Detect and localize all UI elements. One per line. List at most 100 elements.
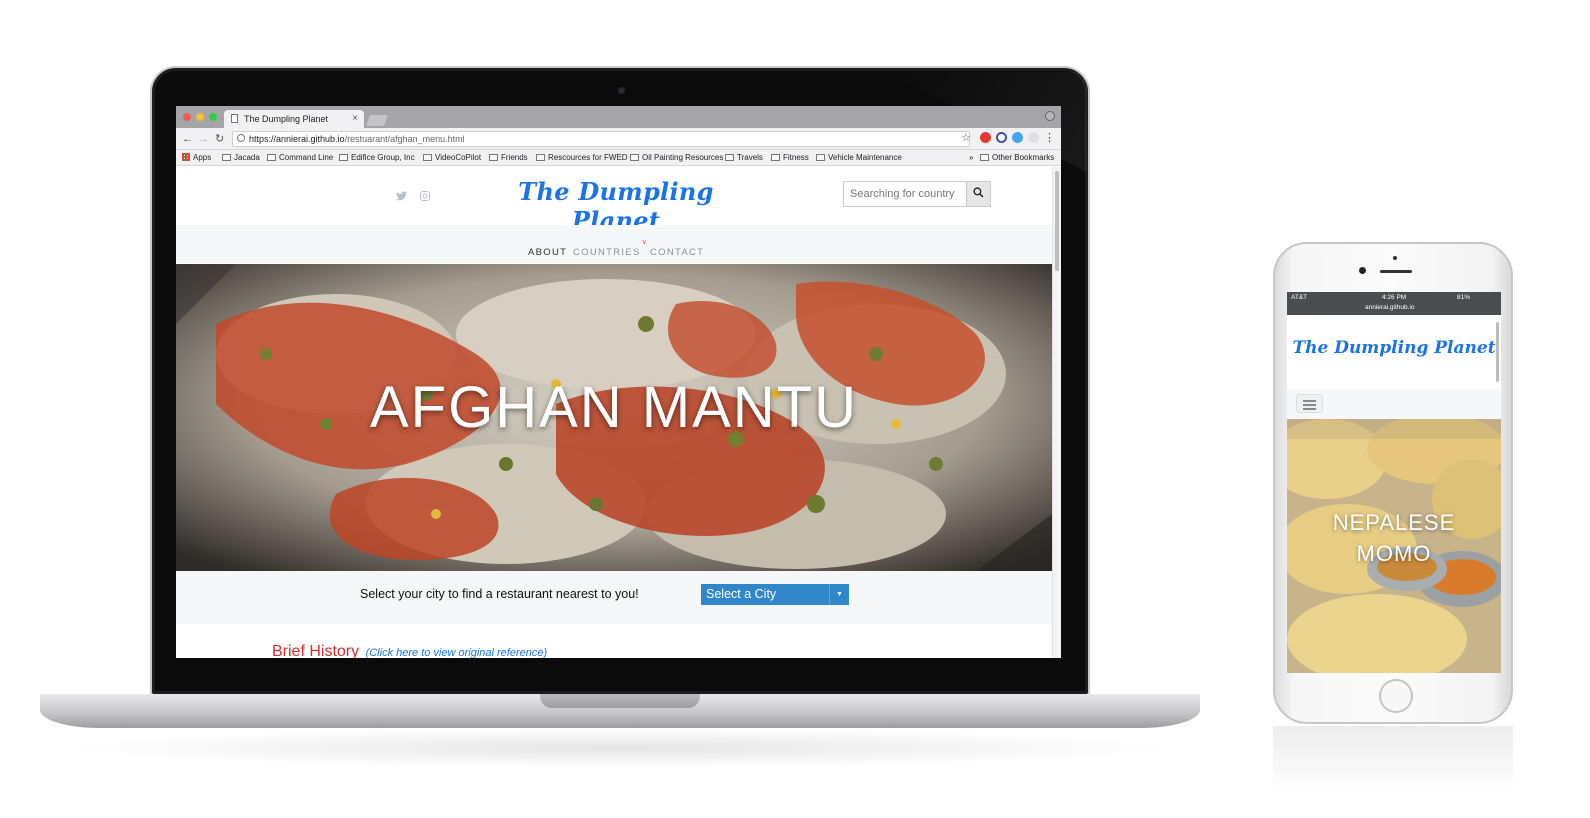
bookmark-label: Fitness [783, 153, 809, 162]
phone-speaker [1380, 270, 1412, 273]
phone-home-button[interactable] [1379, 679, 1413, 713]
folder-icon [536, 154, 545, 161]
bookmark-label: Travels [737, 153, 763, 162]
window-zoom-button[interactable] [209, 113, 217, 121]
apps-grid-icon [182, 153, 190, 161]
bookmark-folder[interactable]: VideoCoPilot [423, 153, 481, 163]
status-time: 4:26 PM [1382, 294, 1407, 301]
phone-url[interactable]: annierai.github.io [1365, 304, 1415, 311]
bookmark-folder[interactable]: Friends [489, 153, 528, 163]
new-tab-button[interactable] [365, 115, 389, 126]
scroll-thumb[interactable] [1055, 171, 1059, 271]
folder-icon [980, 154, 989, 161]
hero-title-line2: MOMO [1356, 541, 1432, 566]
city-dropdown-caret-icon[interactable]: ▼ [829, 584, 849, 605]
bookmark-folder[interactable]: Oil Painting Resources [630, 153, 723, 163]
carrier-label: AT&T [1291, 294, 1308, 301]
other-bookmarks[interactable]: Other Bookmarks [980, 153, 1054, 163]
history-title: Brief History [272, 643, 360, 658]
phone-screen: AT&T 4:26 PM 81% annierai.github.io The … [1287, 292, 1501, 673]
reference-link[interactable]: (Click here to view original reference) [366, 647, 548, 658]
city-prompt: Select your city to find a restaurant ne… [360, 587, 639, 601]
folder-icon [725, 154, 734, 161]
hero-title: AFGHAN MANTU [370, 375, 858, 440]
browser-tab[interactable]: The Dumpling Planet × [224, 110, 364, 128]
page-scrollbar[interactable] [1052, 167, 1061, 658]
twitter-icon[interactable] [396, 191, 407, 204]
folder-icon [339, 154, 348, 161]
city-select-dropdown[interactable]: Select a City [701, 584, 832, 605]
bookmark-folder[interactable]: Command Line [267, 153, 333, 163]
country-search-input[interactable]: Searching for country [843, 181, 967, 207]
instagram-icon[interactable] [420, 191, 430, 204]
folder-icon [630, 154, 639, 161]
back-arrow-icon[interactable]: ← [182, 131, 193, 147]
tab-title: The Dumpling Planet [244, 114, 329, 124]
bookmarks-bar: Apps Jacada Command Line Edifice Group, … [176, 150, 1061, 166]
phone-scroll-indicator [1496, 322, 1499, 382]
bookmark-folder[interactable]: Edifice Group, Inc [339, 153, 415, 163]
forward-arrow-icon[interactable]: → [198, 131, 209, 147]
extension-icon[interactable] [980, 132, 991, 143]
bookmarks-overflow-icon[interactable]: » [969, 153, 973, 163]
phone-hero-title: NEPALESE MOMO [1287, 507, 1501, 569]
bookmark-star-icon[interactable]: ☆ [961, 131, 971, 144]
phone-reflection [1273, 726, 1513, 796]
window-close-button[interactable] [183, 113, 191, 121]
url-path: /restuarant/afghan_menu.html [344, 134, 465, 144]
profile-icon[interactable] [1045, 111, 1055, 121]
nav-contact[interactable]: CONTACT [650, 247, 704, 258]
site-info-icon[interactable] [237, 134, 245, 142]
bookmark-label: Other Bookmarks [992, 153, 1055, 162]
extension-icon[interactable] [1012, 132, 1023, 143]
reload-icon[interactable]: ↻ [215, 131, 224, 147]
bookmark-folder[interactable]: Travels [725, 153, 763, 163]
nav-about[interactable]: ABOUT [528, 247, 567, 258]
bookmark-folder[interactable]: Fitness [771, 153, 809, 163]
phone-site-logo[interactable]: The Dumpling Planet [1287, 338, 1501, 358]
page-icon [231, 114, 238, 123]
bookmark-label: Apps [193, 153, 212, 162]
city-selector-bar: Select your city to find a restaurant ne… [176, 571, 1052, 624]
phone-front-camera [1359, 267, 1366, 274]
dropdown-caret-icon[interactable]: ˅ [642, 238, 647, 247]
laptop-camera [618, 87, 625, 94]
main-navbar: ABOUT COUNTRIES ˅ CONTACT [176, 225, 1052, 263]
hamburger-menu-icon[interactable] [1296, 394, 1323, 413]
nav-countries[interactable]: COUNTRIES [573, 247, 641, 258]
folder-icon [771, 154, 780, 161]
laptop-notch [540, 694, 700, 708]
bookmark-label: Edifice Group, Inc [351, 153, 415, 162]
laptop-shadow [60, 728, 1180, 768]
bookmark-label: VideoCoPilot [435, 153, 482, 162]
browser-toolbar: ← → ↻ https://annierai.github.io/restuar… [176, 128, 1061, 150]
bookmark-apps[interactable]: Apps [182, 153, 211, 163]
laptop-screen: The Dumpling Planet × ← → ↻ https://anni… [176, 106, 1061, 658]
tab-close-icon[interactable]: × [352, 110, 358, 128]
bookmark-label: Jacada [234, 153, 260, 162]
browser-menu-icon[interactable]: ⋮ [1044, 131, 1055, 144]
extension-icon[interactable] [996, 132, 1007, 143]
hero-banner: AFGHAN MANTU [176, 264, 1052, 571]
bookmark-folder[interactable]: Jacada [222, 153, 260, 163]
folder-icon [816, 154, 825, 161]
search-button[interactable] [966, 181, 991, 207]
address-bar[interactable]: https://annierai.github.io/restuarant/af… [232, 131, 970, 147]
web-page: The Dumpling Planet Searching for countr… [176, 167, 1052, 658]
phone-hero-banner: NEPALESE MOMO [1287, 419, 1501, 673]
window-minimize-button[interactable] [196, 113, 204, 121]
phone-navbar [1287, 389, 1501, 419]
bookmark-label: Command Line [279, 153, 334, 162]
battery-percent: 81% [1457, 294, 1471, 301]
bookmark-label: Rescources for FWED [548, 153, 628, 162]
folder-icon [423, 154, 432, 161]
browser-tab-bar: The Dumpling Planet × [176, 106, 1061, 128]
brief-history-heading: Brief History (Click here to view origin… [272, 643, 547, 658]
phone-sensor [1393, 256, 1397, 260]
phone-status-bar: AT&T 4:26 PM 81% annierai.github.io [1287, 292, 1501, 315]
extension-icon[interactable] [1028, 132, 1039, 143]
bookmark-folder[interactable]: Rescources for FWED [536, 153, 628, 163]
bookmark-folder[interactable]: Vehicle Maintenance [816, 153, 902, 163]
search-icon [973, 187, 984, 198]
bookmark-label: Friends [501, 153, 528, 162]
